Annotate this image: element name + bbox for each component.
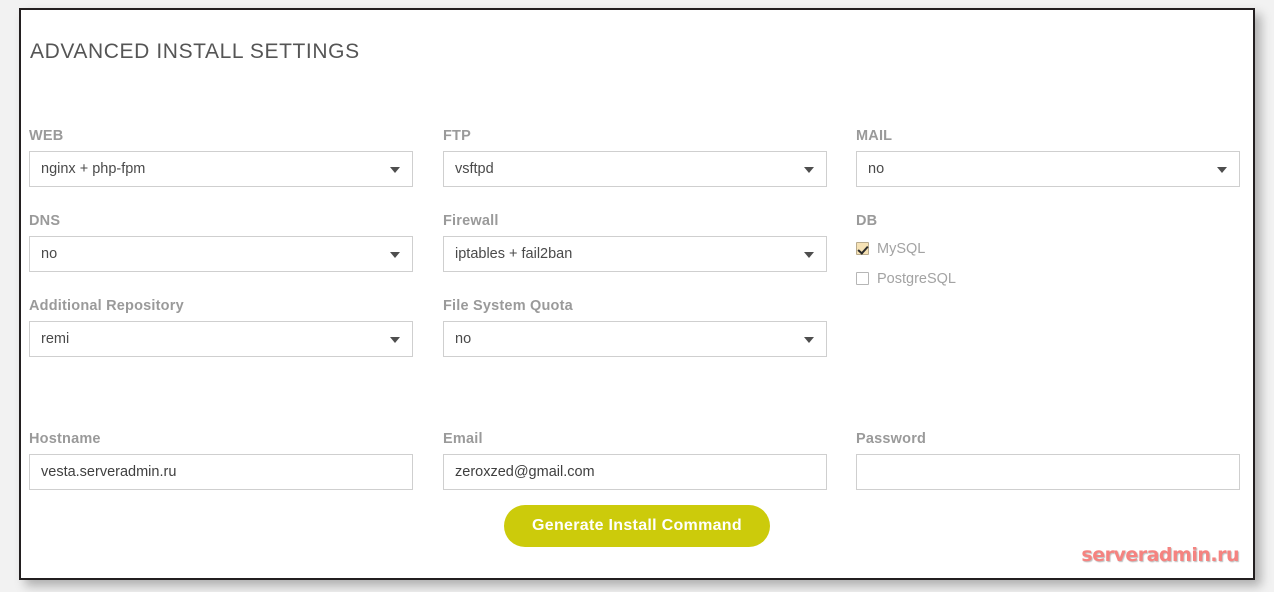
firewall-select[interactable]: iptables + fail2ban — [443, 236, 827, 272]
email-input-value: zeroxzed@gmail.com — [455, 455, 595, 489]
dns-select[interactable]: no — [29, 236, 413, 272]
field-hostname: Hostname vesta.serveradmin.ru — [29, 431, 413, 490]
field-firewall: Firewall iptables + fail2ban — [443, 213, 827, 272]
db-option-postgresql[interactable]: PostgreSQL — [856, 266, 1240, 291]
screenshot-frame: ADVANCED INSTALL SETTINGS WEB nginx + ph… — [19, 8, 1255, 580]
ftp-select-value: vsftpd — [455, 152, 494, 186]
field-label-password: Password — [856, 431, 1240, 448]
checkbox-label-postgresql: PostgreSQL — [877, 271, 956, 287]
chevron-down-icon — [390, 337, 400, 343]
site-watermark: serveradmin.ru — [1081, 544, 1239, 566]
field-dns: DNS no — [29, 213, 413, 272]
firewall-select-value: iptables + fail2ban — [455, 237, 572, 271]
screenshot-root: ADVANCED INSTALL SETTINGS WEB nginx + ph… — [0, 0, 1274, 592]
web-select[interactable]: nginx + php-fpm — [29, 151, 413, 187]
hostname-input[interactable]: vesta.serveradmin.ru — [29, 454, 413, 490]
field-label-additional-repository: Additional Repository — [29, 298, 413, 315]
field-password: Password — [856, 431, 1240, 490]
field-additional-repository: Additional Repository remi — [29, 298, 413, 357]
field-web: WEB nginx + php-fpm — [29, 128, 413, 187]
email-input[interactable]: zeroxzed@gmail.com — [443, 454, 827, 490]
field-label-file-system-quota: File System Quota — [443, 298, 827, 315]
additional-repository-select[interactable]: remi — [29, 321, 413, 357]
chevron-down-icon — [804, 252, 814, 258]
web-select-value: nginx + php-fpm — [41, 152, 145, 186]
checkbox-label-mysql: MySQL — [877, 241, 925, 257]
db-option-mysql[interactable]: MySQL — [856, 236, 1240, 261]
page-title: ADVANCED INSTALL SETTINGS — [30, 40, 360, 64]
field-ftp: FTP vsftpd — [443, 128, 827, 187]
generate-install-command-button[interactable]: Generate Install Command — [504, 505, 770, 547]
dns-select-value: no — [41, 237, 57, 271]
ftp-select[interactable]: vsftpd — [443, 151, 827, 187]
checkbox-postgresql[interactable] — [856, 272, 869, 285]
chevron-down-icon — [1217, 167, 1227, 173]
install-settings-page: ADVANCED INSTALL SETTINGS WEB nginx + ph… — [21, 10, 1253, 578]
field-label-email: Email — [443, 431, 827, 448]
chevron-down-icon — [390, 167, 400, 173]
field-email: Email zeroxzed@gmail.com — [443, 431, 827, 490]
action-row: Generate Install Command — [21, 505, 1253, 547]
mail-select-value: no — [868, 152, 884, 186]
chevron-down-icon — [804, 337, 814, 343]
file-system-quota-select-value: no — [455, 322, 471, 356]
field-label-firewall: Firewall — [443, 213, 827, 230]
field-file-system-quota: File System Quota no — [443, 298, 827, 357]
field-label-web: WEB — [29, 128, 413, 145]
field-label-hostname: Hostname — [29, 431, 413, 448]
field-label-db: DB — [856, 213, 1240, 230]
chevron-down-icon — [804, 167, 814, 173]
field-label-ftp: FTP — [443, 128, 827, 145]
hostname-input-value: vesta.serveradmin.ru — [41, 455, 176, 489]
field-label-dns: DNS — [29, 213, 413, 230]
additional-repository-select-value: remi — [41, 322, 69, 356]
field-db: DB MySQL PostgreSQL — [856, 213, 1240, 296]
chevron-down-icon — [390, 252, 400, 258]
file-system-quota-select[interactable]: no — [443, 321, 827, 357]
password-input[interactable] — [856, 454, 1240, 490]
checkbox-mysql[interactable] — [856, 242, 869, 255]
field-label-mail: MAIL — [856, 128, 1240, 145]
field-mail: MAIL no — [856, 128, 1240, 187]
mail-select[interactable]: no — [856, 151, 1240, 187]
